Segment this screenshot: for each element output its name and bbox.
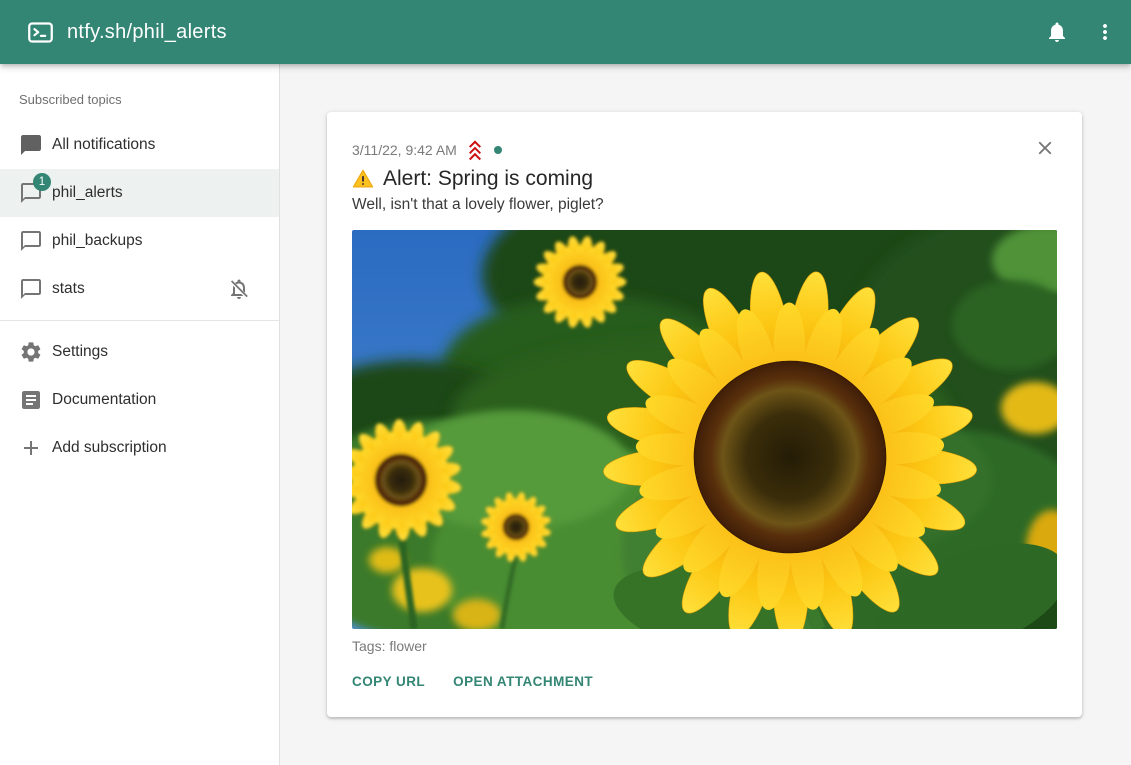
notification-body: Well, isn't that a lovely flower, piglet…	[352, 196, 1057, 214]
triple-chevron-up-icon	[463, 138, 487, 162]
green-dot	[494, 146, 502, 154]
timestamp: 3/11/22, 9:42 AM	[352, 142, 457, 158]
sidebar-item-label: phil_alerts	[52, 184, 123, 202]
sidebar-item-documentation[interactable]: Documentation	[0, 376, 279, 424]
plus-icon	[19, 436, 43, 460]
ntfy-app: ntfy.sh/phil_alerts Subscribed topics Al…	[0, 0, 1131, 765]
sidebar-item-label: phil_backups	[52, 232, 142, 250]
bell-icon[interactable]	[1045, 20, 1069, 44]
sidebar-item-stats[interactable]: stats	[0, 265, 279, 313]
sidebar-item-label: stats	[52, 280, 85, 298]
chat-outline-icon	[19, 229, 43, 253]
sidebar-item-label: Documentation	[52, 391, 156, 409]
terminal-logo-icon	[27, 19, 54, 46]
kebab-menu-icon[interactable]	[1093, 20, 1117, 44]
chat-outline-icon: 1	[19, 181, 43, 205]
sidebar-item-add-subscription[interactable]: Add subscription	[0, 424, 279, 472]
attachment-image[interactable]	[352, 230, 1057, 629]
sidebar-item-all-notifications[interactable]: All notifications	[0, 121, 279, 169]
page-title: ntfy.sh/phil_alerts	[67, 21, 227, 44]
warning-icon	[352, 168, 374, 190]
sidebar-footer-list: Settings Documentation Add subscription	[0, 328, 279, 472]
notification-card: 3/11/22, 9:42 AM	[327, 112, 1082, 717]
notification-actions: COPY URL OPEN ATTACHMENT	[352, 674, 1057, 689]
app-bar: ntfy.sh/phil_alerts	[0, 0, 1131, 64]
notification-title: Alert: Spring is coming	[383, 167, 593, 191]
topic-list: All notifications1phil_alertsphil_backup…	[0, 121, 279, 313]
bell-off-icon	[227, 277, 251, 301]
copy-url-button[interactable]: COPY URL	[352, 674, 429, 689]
article-icon	[19, 388, 43, 412]
chat-outline-icon	[19, 277, 43, 301]
main-content: 3/11/22, 9:42 AM	[280, 64, 1131, 765]
notification-meta: 3/11/22, 9:42 AM	[352, 138, 1057, 162]
sidebar: Subscribed topics All notifications1phil…	[0, 64, 280, 765]
sidebar-divider	[0, 320, 279, 321]
sidebar-item-label: All notifications	[52, 136, 155, 154]
sidebar-item-label: Settings	[52, 343, 108, 361]
tags-label: Tags: flower	[352, 638, 1057, 654]
sidebar-item-settings[interactable]: Settings	[0, 328, 279, 376]
subscribed-topics-caption: Subscribed topics	[19, 92, 279, 107]
gear-icon	[19, 340, 43, 364]
sidebar-item-phil_backups[interactable]: phil_backups	[0, 217, 279, 265]
sidebar-item-label: Add subscription	[52, 439, 167, 457]
notification-title-row: Alert: Spring is coming	[352, 167, 1057, 191]
open-attachment-button[interactable]: OPEN ATTACHMENT	[453, 674, 597, 689]
unread-badge: 1	[33, 173, 51, 191]
chat-filled-icon	[19, 133, 43, 157]
close-icon[interactable]	[1034, 137, 1056, 159]
sidebar-item-phil_alerts[interactable]: 1phil_alerts	[0, 169, 279, 217]
